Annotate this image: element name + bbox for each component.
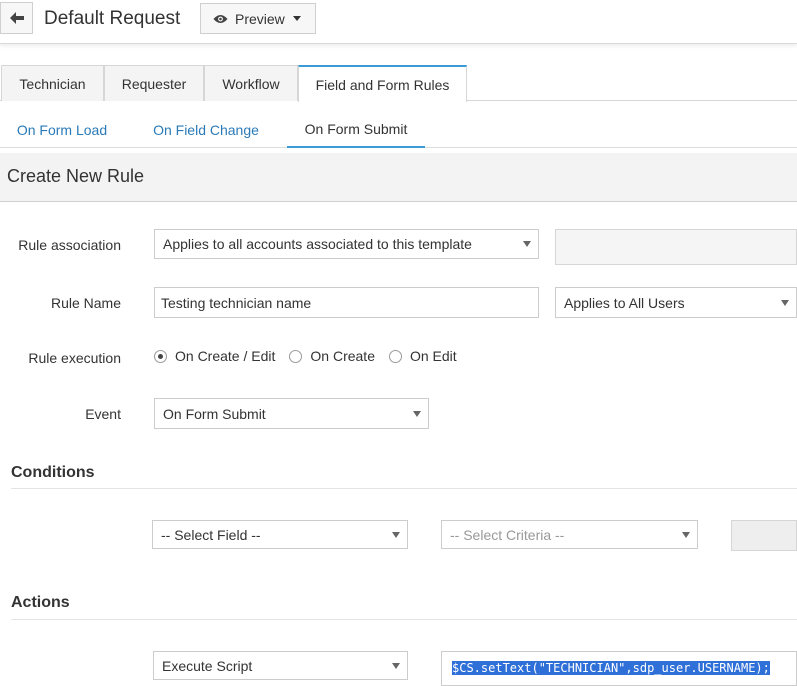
rule-name-input[interactable]: Testing technician name <box>154 287 539 318</box>
tab-technician[interactable]: Technician <box>1 65 104 101</box>
eye-icon <box>213 14 228 23</box>
tab-requester[interactable]: Requester <box>104 65 204 101</box>
dropdown-arrow-icon <box>781 299 789 306</box>
rule-association-select[interactable]: Applies to all accounts associated to th… <box>154 229 539 259</box>
subtab-on-field-change[interactable]: On Field Change <box>142 112 270 148</box>
action-type-select[interactable]: Execute Script <box>153 651 408 680</box>
rule-subtabs: On Form Load On Field Change On Form Sub… <box>0 112 797 148</box>
page-title: Default Request <box>44 8 181 29</box>
actions-title: Actions <box>11 594 70 611</box>
select-field-dropdown[interactable]: -- Select Field -- <box>152 520 408 549</box>
condition-value-box <box>731 520 797 551</box>
applies-to-users-value: Applies to All Users <box>564 294 685 311</box>
select-field-placeholder: -- Select Field -- <box>161 526 261 543</box>
radio-on-create[interactable] <box>289 349 303 363</box>
rule-association-value: Applies to all accounts associated to th… <box>163 236 472 252</box>
radio-on-create-edit[interactable] <box>154 349 167 363</box>
rule-association-label: Rule association <box>18 237 121 253</box>
section-header: Create New Rule <box>0 153 797 202</box>
radio-label-on-edit: On Edit <box>409 348 457 364</box>
dropdown-arrow-icon <box>392 662 400 669</box>
section-title: Create New Rule <box>7 166 145 186</box>
chevron-down-icon <box>292 16 301 21</box>
top-bar: Default Request Preview <box>0 0 797 44</box>
rule-execution-label: Rule execution <box>28 350 121 366</box>
tab-field-and-form-rules[interactable]: Field and Form Rules <box>298 65 467 102</box>
select-criteria-dropdown[interactable]: -- Select Criteria -- <box>441 520 698 549</box>
association-detail-box <box>555 229 797 265</box>
radio-label-on-create-edit: On Create / Edit <box>175 348 276 364</box>
preview-button[interactable]: Preview <box>200 3 316 34</box>
event-select[interactable]: On Form Submit <box>154 398 429 429</box>
action-type-value: Execute Script <box>162 657 253 674</box>
rule-name-label: Rule Name <box>50 295 121 311</box>
event-value: On Form Submit <box>163 405 266 422</box>
subtab-on-form-load[interactable]: On Form Load <box>6 112 118 148</box>
event-label: Event <box>85 406 121 422</box>
radio-label-on-create: On Create <box>310 348 375 364</box>
dropdown-arrow-icon <box>523 241 531 247</box>
preview-label: Preview <box>235 10 285 27</box>
back-arrow-icon <box>9 12 24 24</box>
dropdown-arrow-icon <box>413 410 421 417</box>
subtab-on-form-submit[interactable]: On Form Submit <box>287 112 425 148</box>
script-text: $CS.setText("TECHNICIAN",sdp_user.USERNA… <box>452 661 770 675</box>
rule-execution-options: On Create / Edit On Create On Edit <box>154 348 471 364</box>
divider <box>11 619 797 620</box>
main-tabs: Technician Requester Workflow Field and … <box>0 65 797 102</box>
script-editor[interactable]: $CS.setText("TECHNICIAN",sdp_user.USERNA… <box>441 651 797 686</box>
applies-to-users-select[interactable]: Applies to All Users <box>555 287 797 318</box>
divider <box>11 488 797 489</box>
rule-name-value: Testing technician name <box>161 294 312 311</box>
dropdown-arrow-icon <box>392 531 400 538</box>
tab-workflow[interactable]: Workflow <box>204 65 298 101</box>
select-criteria-placeholder: -- Select Criteria -- <box>450 526 565 543</box>
back-button[interactable] <box>0 2 33 34</box>
conditions-title: Conditions <box>11 464 95 481</box>
radio-on-edit[interactable] <box>388 349 402 363</box>
dropdown-arrow-icon <box>682 531 690 538</box>
